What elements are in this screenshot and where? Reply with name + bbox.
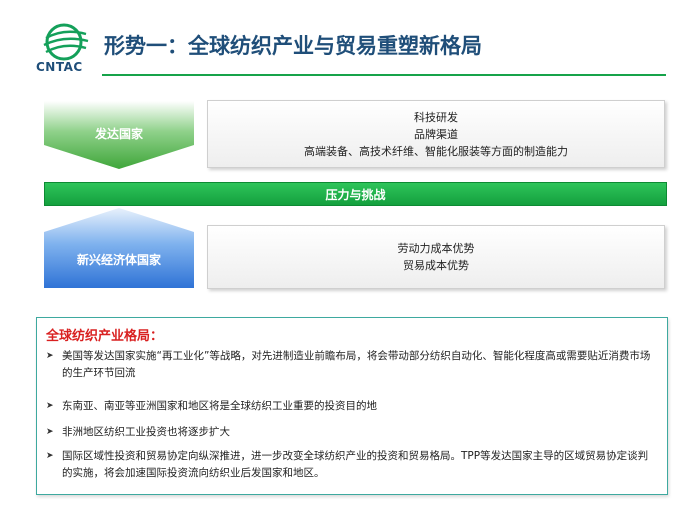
arrow-right-icon: ➤ (46, 351, 54, 361)
pattern-bullet-text: 东南亚、南亚等亚洲国家和地区将是全球纺织工业重要的投资目的地 (62, 400, 377, 412)
developed-strength-line: 高端装备、高技术纤维、智能化服装等方面的制造能力 (304, 144, 568, 158)
developed-strength-line: 科技研发 (414, 110, 458, 124)
emerging-advantage-line: 贸易成本优势 (403, 259, 469, 272)
emerging-advantages-panel: 劳动力成本优势 贸易成本优势 (207, 225, 665, 289)
pressure-challenge-bar: 压力与挑战 (44, 182, 667, 206)
arrow-right-icon: ➤ (46, 427, 54, 437)
title-divider (102, 74, 666, 76)
developed-countries-label: 发达国家 (94, 127, 143, 141)
pattern-bullet-text: 美国等发达国家实施“再工业化”等战略，对先进制造业前瞻布局，将会带动部分纺织自动… (62, 350, 651, 379)
arrow-right-icon: ➤ (46, 451, 54, 461)
emerging-advantage-line: 劳动力成本优势 (397, 242, 475, 255)
pattern-bullet: ➤ 国际区域性投资和贸易协定向纵深推进，进一步改变全球纺织产业的投资和贸易格局。… (46, 448, 658, 482)
page-title: 形势一：全球纺织产业与贸易重塑新格局 (104, 34, 482, 58)
developed-strength-line: 品牌渠道 (414, 127, 458, 141)
emerging-arrow-shape (44, 208, 194, 288)
pattern-bullet-text: 非洲地区纺织工业投资也将逐步扩大 (62, 426, 230, 438)
pattern-bullet: ➤ 非洲地区纺织工业投资也将逐步扩大 (46, 424, 658, 441)
arrow-right-icon: ➤ (46, 401, 54, 411)
pattern-bullet: ➤ 美国等发达国家实施“再工业化”等战略，对先进制造业前瞻布局，将会带动部分纺织… (46, 348, 658, 382)
emerging-economies-label: 新兴经济体国家 (76, 253, 161, 267)
global-pattern-title: 全球纺织产业格局： (46, 329, 164, 344)
pattern-bullet: ➤ 东南亚、南亚等亚洲国家和地区将是全球纺织工业重要的投资目的地 (46, 398, 658, 415)
developed-strengths-panel: 科技研发 品牌渠道 高端装备、高技术纤维、智能化服装等方面的制造能力 (207, 100, 665, 168)
logo-text: CNTAC (36, 60, 83, 74)
pattern-bullet-text: 国际区域性投资和贸易协定向纵深推进，进一步改变全球纺织产业的投资和贸易格局。TP… (62, 450, 649, 479)
